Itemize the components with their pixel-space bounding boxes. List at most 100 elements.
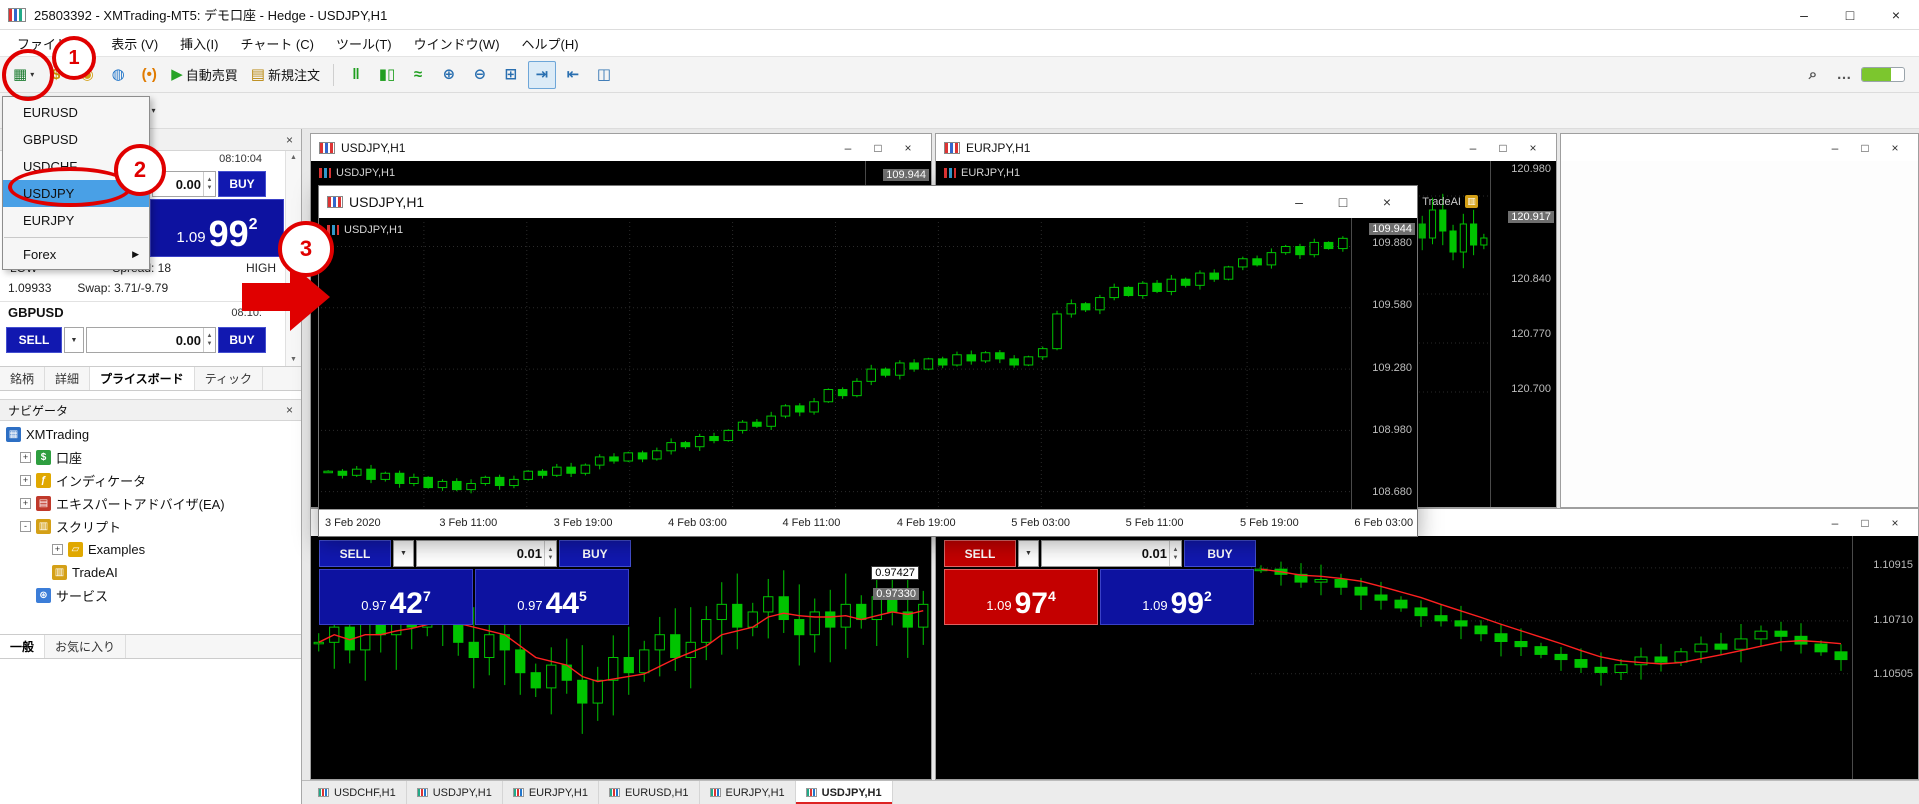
buy-button[interactable]: BUY <box>1184 540 1256 567</box>
lot-stepper[interactable]: ▲▼ <box>1169 541 1181 566</box>
buy-button[interactable]: BUY <box>559 540 631 567</box>
maximize-button[interactable]: □ <box>1321 194 1365 210</box>
chat-button[interactable]: … <box>1830 61 1858 89</box>
connection-status[interactable] <box>1861 67 1905 82</box>
symbol-option[interactable]: EURUSD <box>3 99 149 126</box>
tree-item-indicators[interactable]: + ƒ インディケータ <box>0 469 301 492</box>
chart-tab[interactable]: USDJPY,H1 <box>407 781 503 804</box>
menu-item[interactable]: 挿入(I) <box>169 30 229 57</box>
sell-button[interactable]: SELL <box>319 540 391 567</box>
buy-button[interactable]: BUY <box>218 171 266 197</box>
expand-toggle[interactable]: + <box>20 452 31 463</box>
close-icon[interactable]: × <box>286 133 293 147</box>
market-watch-tab[interactable]: ティック <box>195 367 263 390</box>
minimize-button[interactable]: – <box>1277 194 1321 210</box>
chart-tab[interactable]: EURJPY,H1 <box>700 781 796 804</box>
close-button[interactable]: × <box>1880 141 1910 155</box>
expand-toggle[interactable]: + <box>20 475 31 486</box>
minimize-button[interactable]: – <box>1820 141 1850 155</box>
minimize-button[interactable]: – <box>1820 516 1850 530</box>
maximize-button[interactable]: □ <box>1850 141 1880 155</box>
minimize-button[interactable]: – <box>833 141 863 155</box>
lot-stepper[interactable]: ▲▼ <box>203 328 215 352</box>
window-titlebar[interactable]: USDJPY,H1 – □ × <box>319 186 1417 218</box>
zoom-in-button[interactable]: ⊕ <box>435 61 463 89</box>
chart-tab[interactable]: EURJPY,H1 <box>503 781 599 804</box>
lot-stepper[interactable]: ▲▼ <box>203 172 215 196</box>
symbol-group-forex[interactable]: Forex ▶ <box>3 241 149 267</box>
lot-size-input[interactable]: 0.01 ▲▼ <box>416 540 557 567</box>
lot-size-input[interactable]: 0.00 ▲▼ <box>86 327 216 353</box>
order-type-combo[interactable]: ▼ <box>1018 540 1039 567</box>
candlestick-chart[interactable] <box>1251 540 1851 775</box>
market-watch-tab[interactable]: 詳細 <box>45 367 90 390</box>
chart-tab[interactable]: EURUSD,H1 <box>599 781 700 804</box>
symbol-option[interactable]: EURJPY <box>3 207 149 234</box>
menu-item[interactable]: 表示 (V) <box>100 30 169 57</box>
scroll-down-icon[interactable]: ▼ <box>290 356 297 363</box>
window-titlebar[interactable]: – □ × <box>1561 134 1918 161</box>
market-watch-tab[interactable]: 銘柄 <box>0 367 45 390</box>
big-buy-button[interactable]: 1.09 99 2 <box>1100 569 1254 625</box>
tree-item-scripts[interactable]: - ▥ スクリプト <box>0 515 301 538</box>
window-titlebar[interactable]: EURJPY,H1 – □ × <box>936 134 1556 161</box>
tree-item-tradeai[interactable]: ▥ TradeAI <box>0 561 301 584</box>
window-titlebar[interactable]: USDJPY,H1 – □ × <box>311 134 931 161</box>
order-type-combo[interactable]: ▼ <box>393 540 414 567</box>
signals-button[interactable]: (•) <box>135 61 163 89</box>
community-button[interactable]: ◍ <box>104 61 132 89</box>
menu-item[interactable]: ウインドウ(W) <box>403 30 511 57</box>
expand-toggle[interactable]: + <box>52 544 63 555</box>
tree-item-examples[interactable]: + ▱ Examples <box>0 538 301 561</box>
lot-size-input[interactable]: 0.01 ▲▼ <box>1041 540 1182 567</box>
big-buy-button[interactable]: 0.97 44 5 <box>475 569 629 625</box>
chart-tab[interactable]: USDCHF,H1 <box>308 781 407 804</box>
maximize-button[interactable]: □ <box>1488 141 1518 155</box>
tree-item-experts[interactable]: + ▤ エキスパートアドバイザ(EA) <box>0 492 301 515</box>
market-watch-tab[interactable]: プライスボード <box>90 367 195 390</box>
zoom-out-button[interactable]: ⊖ <box>466 61 494 89</box>
close-button[interactable]: × <box>1518 141 1548 155</box>
candlestick-chart[interactable] <box>321 222 1350 508</box>
big-sell-button[interactable]: 0.97 42 7 <box>319 569 473 625</box>
maximize-button[interactable]: □ <box>863 141 893 155</box>
chart-shift-button[interactable]: ⇤ <box>559 61 587 89</box>
scroll-to-end-button[interactable]: ⇥ <box>528 61 556 89</box>
algo-trading-button[interactable]: ▶ 自動売買 <box>166 61 243 89</box>
menu-item[interactable]: チャート (C) <box>229 30 325 57</box>
sell-button[interactable]: SELL <box>944 540 1016 567</box>
tree-item-accounts[interactable]: + $ 口座 <box>0 446 301 469</box>
close-button[interactable]: × <box>1365 194 1409 210</box>
navigator-tab[interactable]: お気に入り <box>45 635 126 658</box>
close-icon[interactable]: × <box>286 403 293 417</box>
price-tick: 1.10505 <box>1873 668 1913 680</box>
lot-stepper[interactable]: ▲▼ <box>544 541 556 566</box>
bar-chart-button[interactable]: ‖ <box>342 61 370 89</box>
search-button[interactable]: ⌕ <box>1799 61 1827 89</box>
scroll-up-icon[interactable]: ▲ <box>290 154 297 161</box>
one-click-buy-button[interactable]: 1.09 99 2 <box>150 199 284 257</box>
navigator-tab[interactable]: 一般 <box>0 635 45 658</box>
open-chart-window-button[interactable]: ◫ <box>590 61 618 89</box>
menu-item[interactable]: ツール(T) <box>325 30 403 57</box>
new-order-button[interactable]: ▤ 新規注文 <box>246 61 325 89</box>
tree-item-xmtrading[interactable]: ▦ XMTrading <box>0 423 301 446</box>
big-sell-button[interactable]: 1.09 97 4 <box>944 569 1098 625</box>
chart-tab[interactable]: USDJPY,H1 <box>796 781 893 804</box>
maximize-button[interactable]: □ <box>1827 0 1873 29</box>
tree-item-services[interactable]: ⊛ サービス <box>0 584 301 607</box>
order-type-combo[interactable]: ▼ <box>64 327 84 353</box>
sell-button[interactable]: SELL <box>6 327 62 353</box>
close-button[interactable]: × <box>1873 0 1919 29</box>
expand-toggle[interactable]: + <box>20 498 31 509</box>
line-chart-button[interactable]: ≈ <box>404 61 432 89</box>
candlestick-chart-button[interactable]: ▮▯ <box>373 61 401 89</box>
maximize-button[interactable]: □ <box>1850 516 1880 530</box>
close-button[interactable]: × <box>893 141 923 155</box>
minimize-button[interactable]: – <box>1458 141 1488 155</box>
close-button[interactable]: × <box>1880 516 1910 530</box>
expand-toggle[interactable]: - <box>20 521 31 532</box>
tile-windows-button[interactable]: ⊞ <box>497 61 525 89</box>
menu-item[interactable]: ヘルプ(H) <box>511 30 590 57</box>
minimize-button[interactable]: – <box>1781 0 1827 29</box>
